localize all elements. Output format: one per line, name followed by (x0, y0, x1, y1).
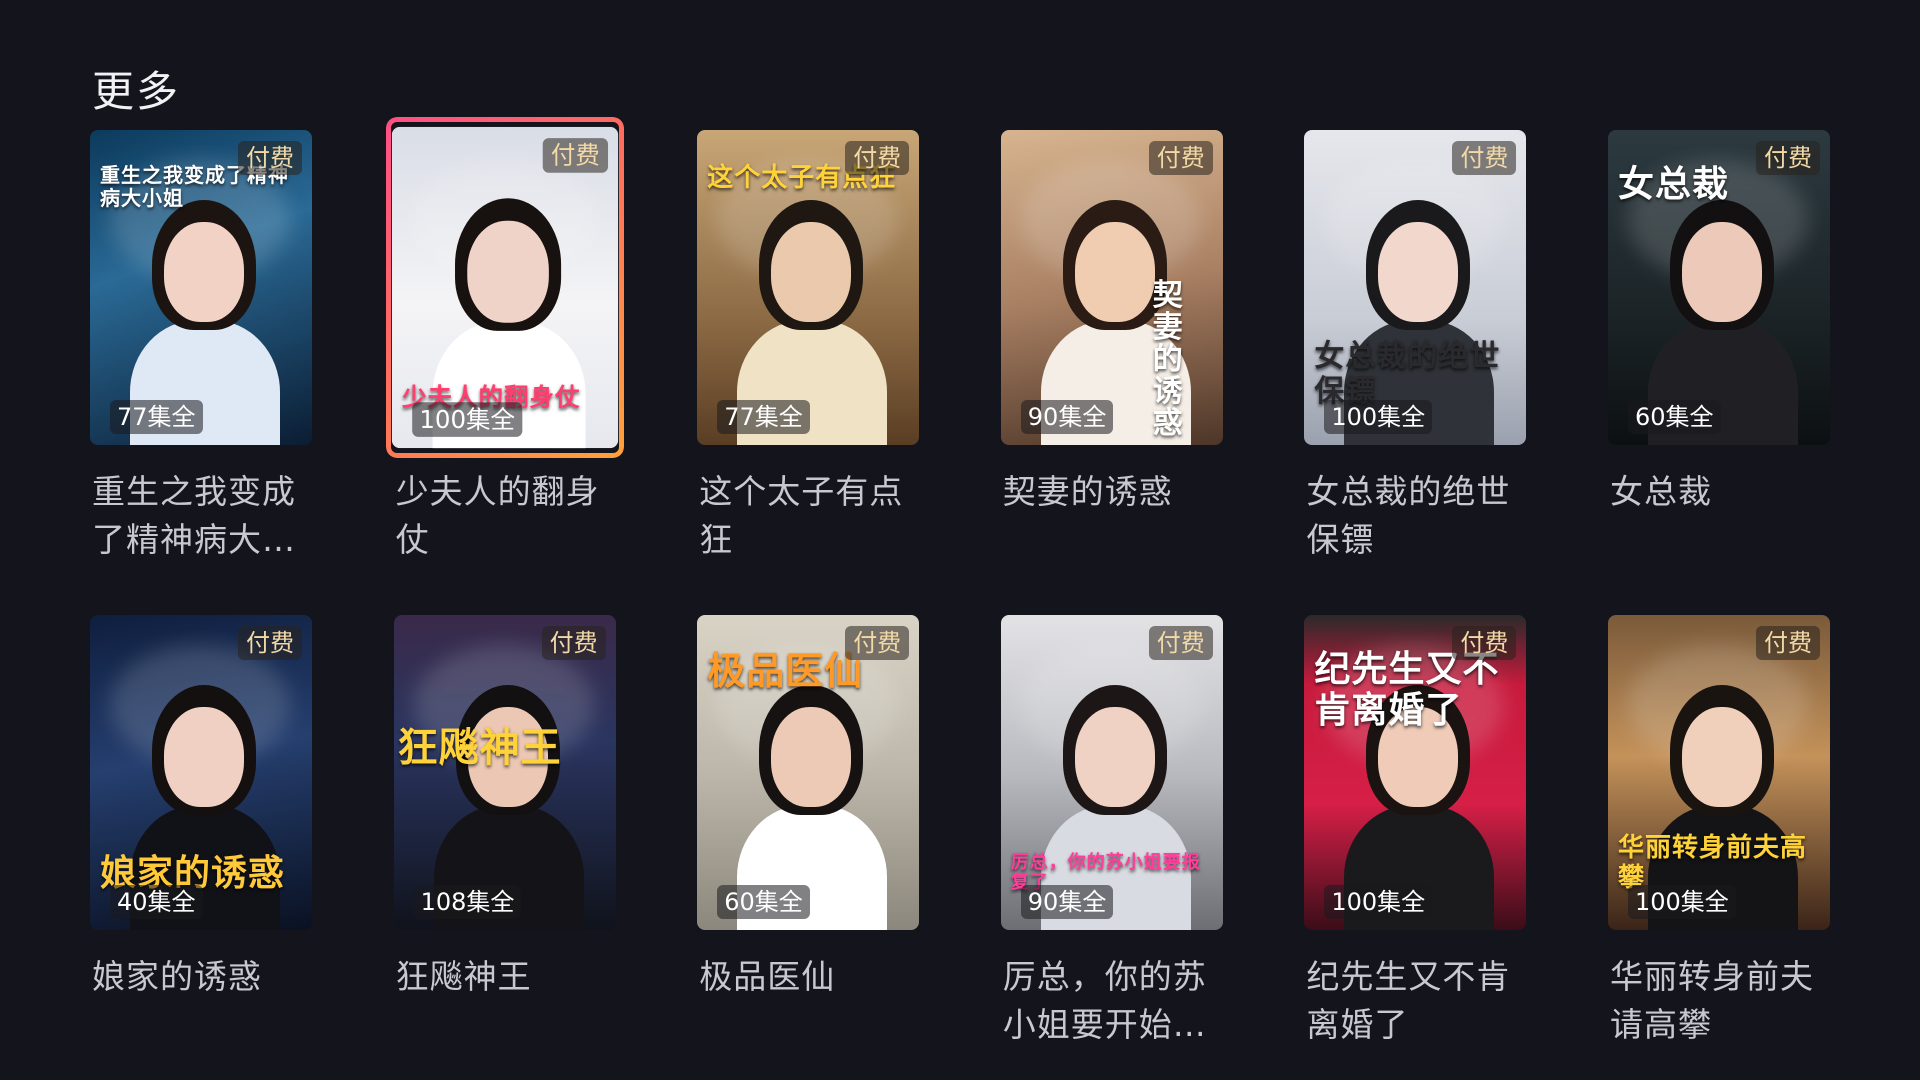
poster-title-art: 狂飚神王 (397, 724, 562, 771)
paid-badge: 付费 (238, 141, 302, 175)
episode-count-badge: 90集全 (1020, 400, 1114, 434)
paid-badge: 付费 (238, 626, 302, 660)
show-card-6[interactable]: 女总裁 付费 60集全 女总裁 (1607, 130, 1830, 615)
paid-badge: 付费 (1755, 626, 1820, 660)
poster-art (393, 615, 616, 930)
show-title: 极品医仙 (699, 957, 836, 996)
show-title: 华丽转身前夫请高攀 (1609, 957, 1814, 1044)
show-card-8[interactable]: 狂飚神王 付费 108集全 狂飚神王 (393, 615, 616, 1080)
show-card-12[interactable]: 华丽转身前夫高攀 付费 100集全 华丽转身前夫请高攀 (1607, 615, 1830, 1080)
paid-badge: 付费 (1148, 626, 1213, 660)
paid-badge: 付费 (541, 626, 606, 660)
paid-badge: 付费 (1452, 141, 1517, 175)
show-card-1[interactable]: 重生之我变成了精神病大小姐 付费 77集全 重生之我变成了精神病大小姐 (90, 130, 312, 615)
poster-image: 女总裁 付费 60集全 (1607, 130, 1830, 445)
paid-badge: 付费 (542, 138, 608, 173)
poster-image: 华丽转身前夫高攀 付费 100集全 (1607, 615, 1830, 930)
episode-count-badge: 60集全 (1627, 400, 1721, 434)
show-card-7[interactable]: 娘家的诱惑 付费 40集全 娘家的诱惑 (90, 615, 312, 1080)
episode-count-badge: 90集全 (1020, 885, 1114, 919)
show-card-5[interactable]: 女总裁的绝世保镖 付费 100集全 女总裁的绝世保镖 (1304, 130, 1527, 615)
show-card-9[interactable]: 极品医仙 付费 60集全 极品医仙 (697, 615, 920, 1080)
paid-badge: 付费 (845, 626, 910, 660)
show-title: 娘家的诱惑 (92, 957, 262, 996)
show-title: 重生之我变成了精神病大小姐 (92, 472, 296, 559)
poster-image: 少夫人的翻身仗 付费 100集全 (391, 126, 618, 449)
paid-badge: 付费 (1755, 141, 1820, 175)
poster-image: 重生之我变成了精神病大小姐 付费 77集全 (90, 130, 312, 445)
poster-image: 厉总，你的苏小姐要报复了 付费 90集全 (1000, 615, 1223, 930)
poster-image: 狂飚神王 付费 108集全 (393, 615, 616, 930)
poster-title-art: 契妻的诱惑 (1152, 278, 1184, 441)
poster-image: 契妻的诱惑 付费 90集全 (1000, 130, 1223, 445)
episode-count-badge: 108集全 (413, 885, 522, 919)
show-title: 这个太子有点狂 (699, 472, 904, 559)
episode-count-badge: 77集全 (717, 400, 810, 434)
poster-title-art: 纪先生又不肯离婚了 (1314, 648, 1500, 732)
section-title: 更多 (92, 67, 181, 116)
paid-badge: 付费 (1148, 141, 1213, 175)
show-title: 女总裁的绝世保镖 (1306, 472, 1511, 559)
paid-badge: 付费 (1452, 626, 1517, 660)
show-card-4[interactable]: 契妻的诱惑 付费 90集全 契妻的诱惑 (1000, 130, 1223, 615)
poster-image: 娘家的诱惑 付费 40集全 (90, 615, 312, 930)
show-card-10[interactable]: 厉总，你的苏小姐要报复了 付费 90集全 厉总，你的苏小姐要开始报复了 (1000, 615, 1223, 1080)
episode-count-badge: 40集全 (110, 885, 203, 919)
show-grid: 重生之我变成了精神病大小姐 付费 77集全 重生之我变成了精神病大小姐 少夫人的… (90, 117, 1830, 1080)
poster-image: 女总裁的绝世保镖 付费 100集全 (1304, 130, 1527, 445)
poster-image: 这个太子有点狂 付费 77集全 (697, 130, 920, 445)
show-title: 女总裁 (1609, 472, 1712, 511)
show-title: 纪先生又不肯离婚了 (1306, 957, 1511, 1044)
episode-count-badge: 100集全 (1627, 885, 1736, 919)
episode-count-badge: 60集全 (717, 885, 810, 919)
show-card-2[interactable]: 少夫人的翻身仗 付费 100集全 少夫人的翻身仗 (385, 117, 624, 615)
paid-badge: 付费 (845, 141, 910, 175)
poster-image: 极品医仙 付费 60集全 (697, 615, 920, 930)
episode-count-badge: 100集全 (1324, 400, 1433, 434)
episode-count-badge: 100集全 (1324, 885, 1433, 919)
show-title: 契妻的诱惑 (1002, 472, 1173, 511)
show-title: 少夫人的翻身仗 (395, 472, 600, 559)
episode-count-badge: 100集全 (411, 402, 522, 437)
more-shows-page: 更多 重生之我变成了精神病大小姐 付费 77集全 重生之我变成了精神病大小姐 少… (0, 0, 1920, 1080)
show-card-11[interactable]: 纪先生又不肯离婚了 付费 100集全 纪先生又不肯离婚了 (1304, 615, 1527, 1080)
show-title: 狂飚神王 (395, 957, 532, 996)
poster-image: 纪先生又不肯离婚了 付费 100集全 (1304, 615, 1527, 930)
show-card-3[interactable]: 这个太子有点狂 付费 77集全 这个太子有点狂 (697, 130, 920, 615)
show-title: 厉总，你的苏小姐要开始报复了 (1002, 957, 1207, 1044)
poster-title-art: 女总裁的绝世保镖 (1314, 339, 1501, 409)
episode-count-badge: 77集全 (110, 400, 203, 434)
